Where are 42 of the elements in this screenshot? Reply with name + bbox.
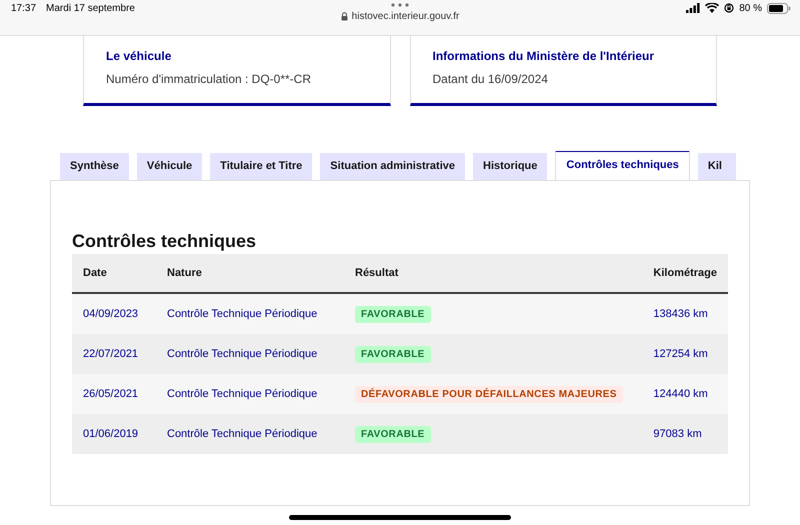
section-title: Contrôles techniques <box>72 231 258 252</box>
table-cell: 26/05/2021 <box>83 388 138 400</box>
tab[interactable]: Véhicule <box>136 153 202 180</box>
card-text: Datant du 16/09/2024 <box>432 72 549 86</box>
table-cell: Contrôle Technique Périodique <box>167 428 318 440</box>
card-title: Le véhicule <box>106 49 172 63</box>
wifi-icon <box>705 3 720 13</box>
battery-icon <box>767 3 791 14</box>
table-cell: 01/06/2019 <box>83 428 138 440</box>
column-header: Date <box>72 254 156 293</box>
tab[interactable]: Contrôles techniques <box>555 151 690 180</box>
tab[interactable]: Historique <box>473 153 548 180</box>
table-cell: Contrôle Technique Périodique <box>167 388 318 400</box>
table-cell: 127254 km <box>653 348 708 360</box>
result-badge: FAVORABLE <box>355 306 431 323</box>
card-title: Informations du Ministère de l'Intérieur <box>432 49 656 63</box>
rotation-lock-icon <box>724 3 734 13</box>
card-text: Numéro d'immatriculation : DQ-0**-CR <box>106 72 312 86</box>
battery-percent: 80 % <box>739 3 762 14</box>
table-cell: 22/07/2021 <box>83 348 138 360</box>
column-header: Kilométrage <box>642 254 728 293</box>
tab[interactable]: Situation administrative <box>320 153 465 180</box>
lock-icon <box>340 12 348 21</box>
table-cell: 97083 km <box>653 428 702 440</box>
table-cell: 138436 km <box>653 308 708 320</box>
tab[interactable]: Synthèse <box>60 153 129 180</box>
tab[interactable]: Titulaire et Titre <box>210 153 312 180</box>
column-header: Nature <box>156 254 344 293</box>
date-text: Mardi 17 septembre <box>46 3 135 14</box>
table-cell: Contrôle Technique Périodique <box>167 308 318 320</box>
result-badge: FAVORABLE <box>355 426 431 443</box>
result-badge: FAVORABLE <box>355 346 431 363</box>
column-header: Résultat <box>344 254 642 293</box>
table-cell: 124440 km <box>653 388 708 400</box>
clock-time: 17:37 <box>11 3 36 14</box>
result-badge: DÉFAVORABLE POUR DÉFAILLANCES MAJEURES <box>355 386 623 403</box>
table-cell: Contrôle Technique Périodique <box>167 348 318 360</box>
signal-icon <box>686 3 700 13</box>
tab[interactable]: Kil <box>698 153 736 180</box>
url-text[interactable]: histovec.interieur.gouv.fr <box>352 11 460 22</box>
more-icon[interactable] <box>391 3 409 7</box>
table-cell: 04/09/2023 <box>83 308 138 320</box>
